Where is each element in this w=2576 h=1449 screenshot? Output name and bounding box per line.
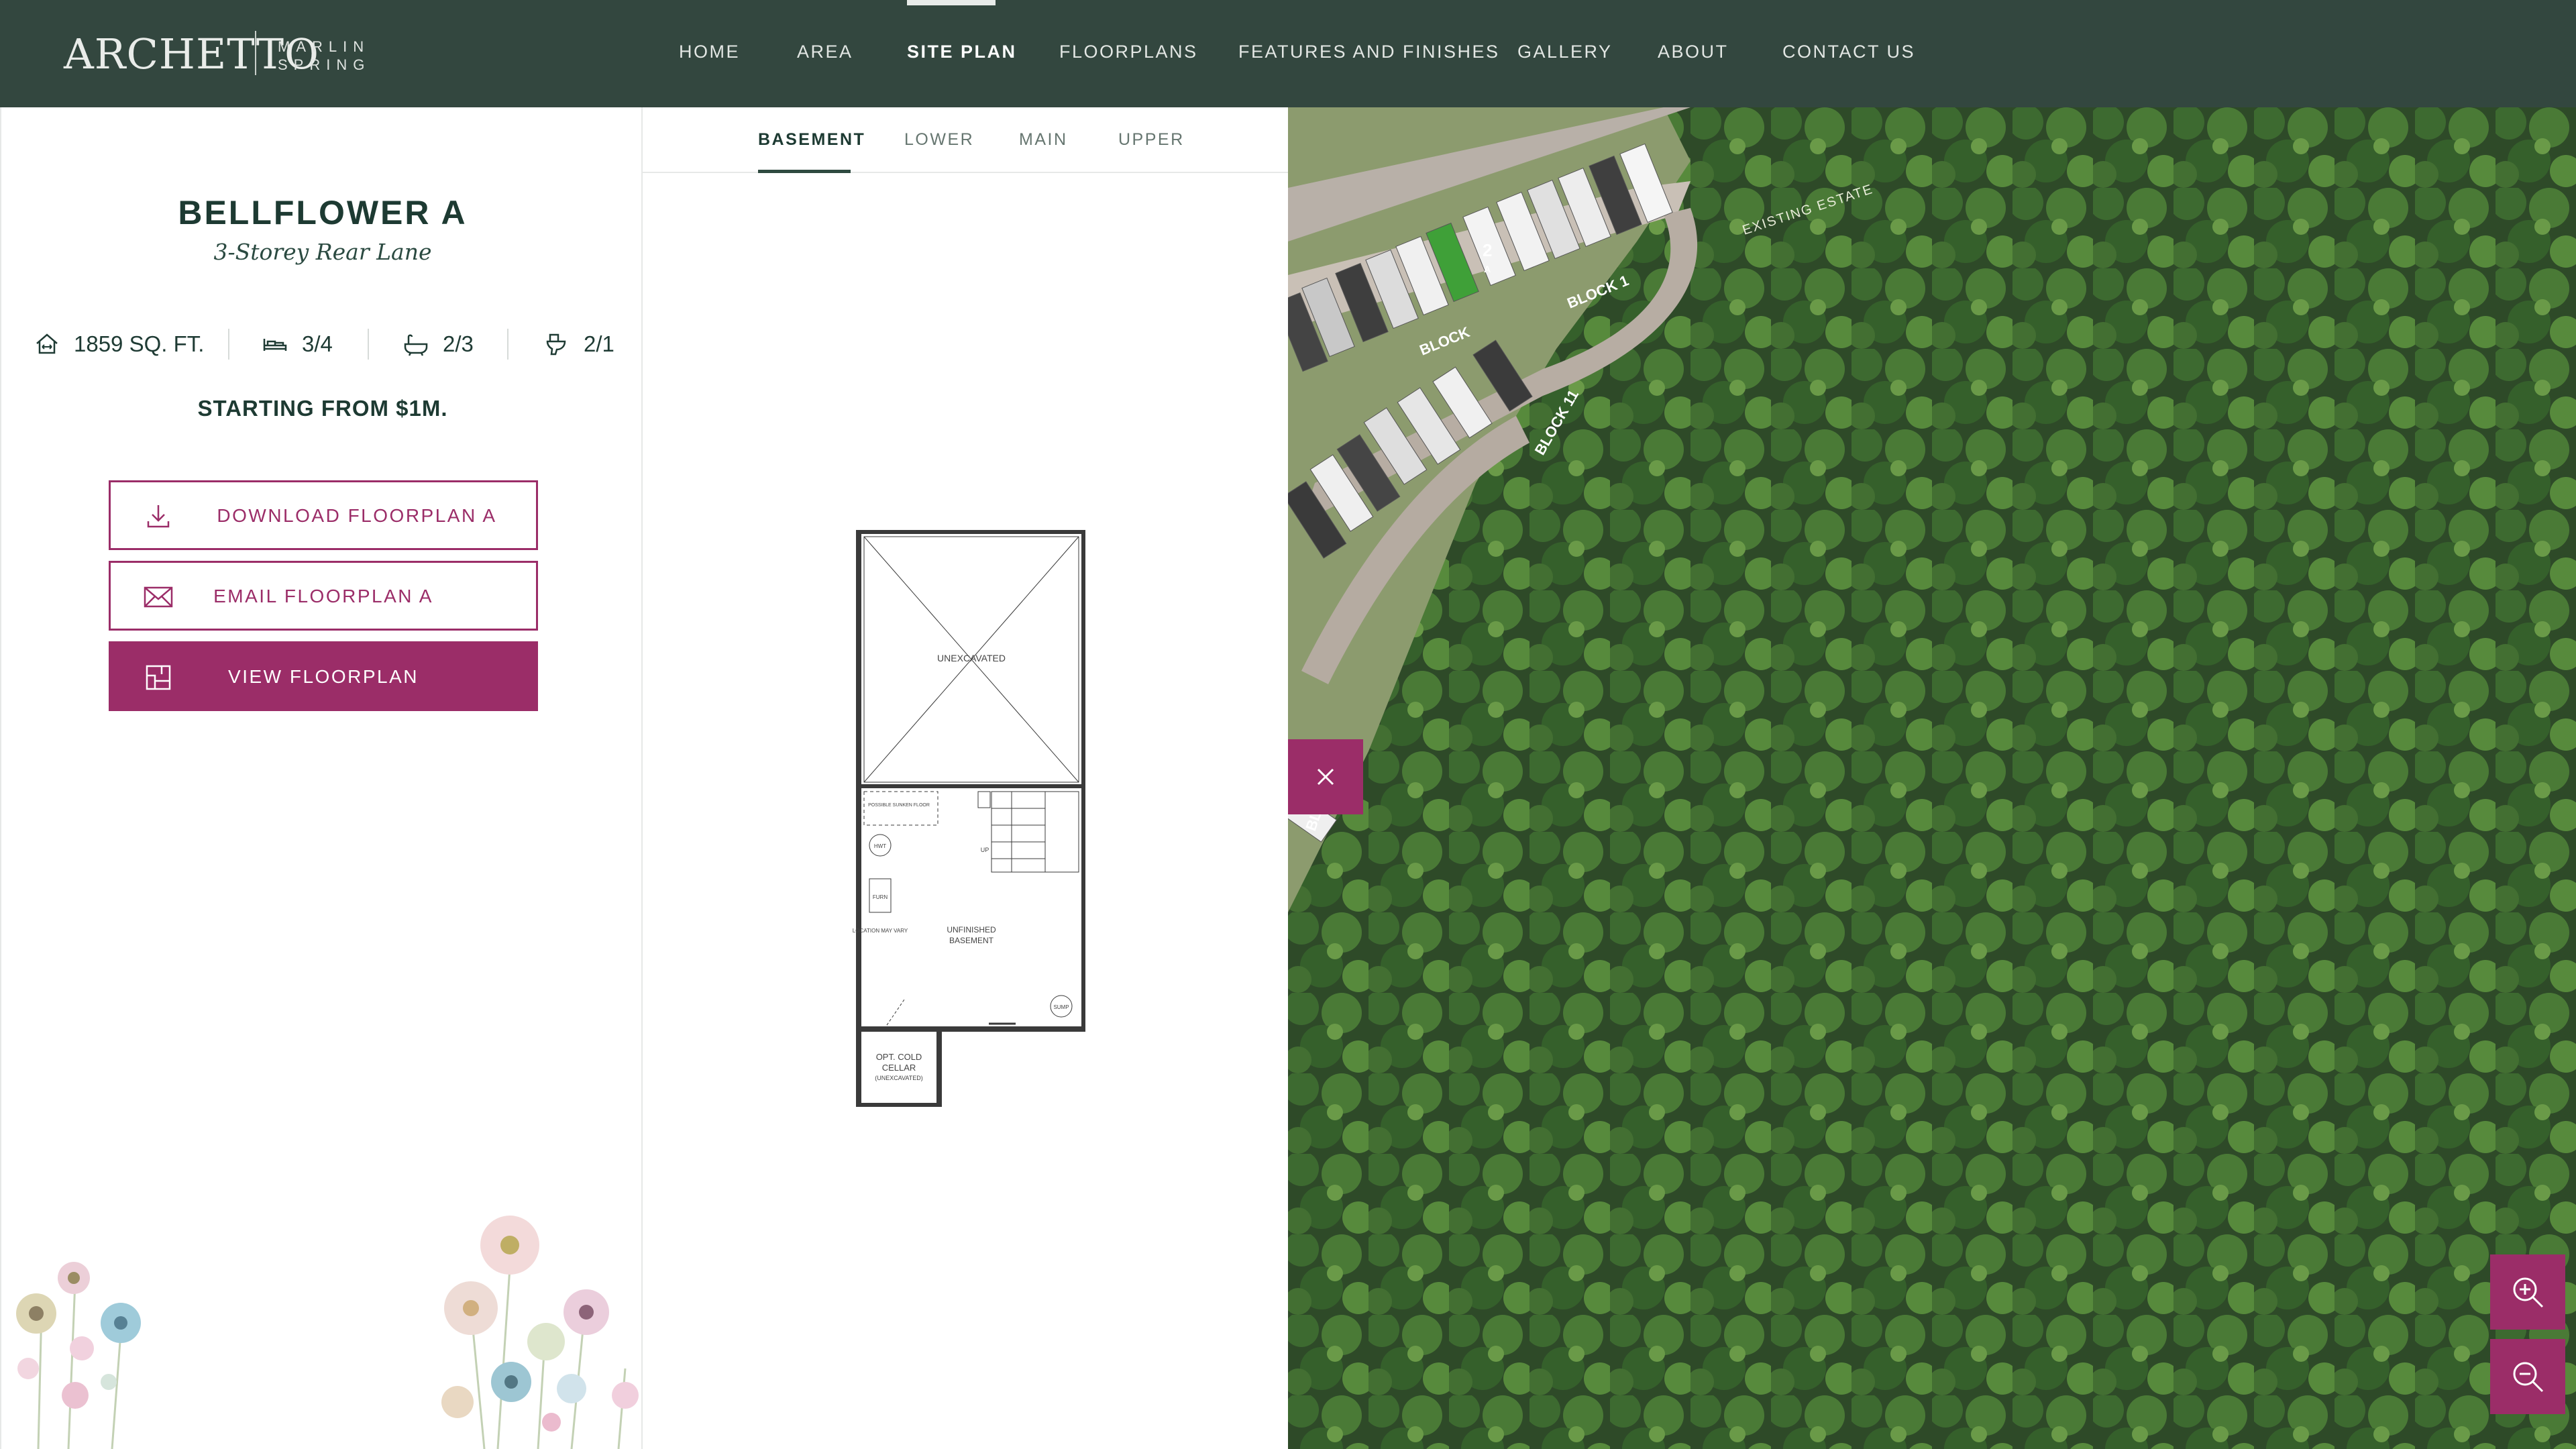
- toilet-icon: [546, 333, 566, 356]
- house-icon: [36, 333, 58, 354]
- view-floorplan-label: VIEW FLOORPLAN: [228, 666, 419, 687]
- stat-divider: [368, 329, 369, 360]
- nav-contact-us[interactable]: CONTACT US: [1782, 42, 1915, 62]
- label-location-may-vary: LOCATION MAY VARY: [853, 928, 908, 934]
- stat-bedrooms: 3/4: [262, 321, 333, 368]
- stat-baths-value: 2/3: [443, 331, 474, 356]
- watercolor-flowers-illustration: [16, 1216, 639, 1449]
- nav-site-plan[interactable]: SITE PLAN: [907, 42, 1017, 62]
- bathtub-icon: [404, 334, 428, 356]
- tab-main[interactable]: MAIN: [1019, 130, 1068, 150]
- nav-area[interactable]: AREA: [797, 42, 853, 62]
- email-floorplan-label: EMAIL FLOORPLAN A: [213, 586, 433, 606]
- zoom-out-icon: [2513, 1362, 2544, 1393]
- active-tab-underline: [758, 170, 851, 173]
- nav-home[interactable]: HOME: [679, 42, 740, 62]
- aerial-site-map[interactable]: BLOCK 1 BLOCK BLOCK 11 BLOCK 13 2 A EXIS…: [1288, 107, 2576, 1449]
- selected-lot-sub: A: [1484, 264, 1491, 274]
- nav-about[interactable]: ABOUT: [1658, 42, 1729, 62]
- top-header: ARCHETTO MARLIN SPRING HOME AREA SITE PL…: [0, 0, 2576, 107]
- label-basement: BASEMENT: [949, 936, 994, 945]
- stat-baths: 2/3: [402, 321, 474, 368]
- nav-floorplans[interactable]: FLOORPLANS: [1059, 42, 1198, 62]
- label-sump: SUMP: [1053, 1004, 1069, 1010]
- label-cold-cellar-2: CELLAR: [882, 1063, 916, 1073]
- zoom-in-icon: [2513, 1277, 2544, 1308]
- label-unfinished: UNFINISHED: [947, 925, 996, 934]
- download-floorplan-label: DOWNLOAD FLOORPLAN A: [217, 505, 497, 526]
- floor-tabs: BASEMENT LOWER MAIN UPPER: [643, 107, 1288, 173]
- label-hwt: HWT: [874, 843, 886, 849]
- main-nav: HOME AREA SITE PLAN FLOORPLANS FEATURES …: [0, 0, 2576, 107]
- stat-powder: 2/1: [543, 321, 614, 368]
- email-floorplan-button[interactable]: EMAIL FLOORPLAN A: [109, 561, 538, 631]
- model-type: 3-Storey Rear Lane: [213, 239, 432, 265]
- stat-divider: [228, 329, 229, 360]
- tab-lower[interactable]: LOWER: [904, 130, 974, 150]
- stat-sqft-value: 1859 SQ. FT.: [74, 331, 205, 356]
- download-floorplan-button[interactable]: DOWNLOAD FLOORPLAN A: [109, 480, 538, 550]
- label-cold-cellar-1: OPT. COLD: [876, 1052, 922, 1062]
- stat-powder-value: 2/1: [584, 331, 614, 356]
- tab-basement[interactable]: BASEMENT: [758, 130, 865, 150]
- stat-bedrooms-value: 3/4: [302, 331, 333, 356]
- stat-divider: [507, 329, 508, 360]
- close-icon: [1317, 768, 1334, 786]
- model-stats: 1859 SQ. FT. 3/4 2/3 2/1: [1, 321, 641, 368]
- zoom-in-button[interactable]: [2490, 1254, 2565, 1330]
- close-map-button[interactable]: [1288, 739, 1363, 814]
- starting-price: STARTING FROM $1M.: [197, 396, 448, 421]
- label-unexcavated: UNEXCAVATED: [937, 653, 1006, 663]
- nav-features-and-finishes[interactable]: FEATURES AND FINISHES: [1238, 42, 1500, 62]
- model-name: BELLFLOWER A: [178, 194, 468, 231]
- model-details-panel: BELLFLOWER A 3-Storey Rear Lane 1859 SQ.…: [0, 107, 643, 1449]
- nav-gallery[interactable]: GALLERY: [1517, 42, 1613, 62]
- tab-upper[interactable]: UPPER: [1118, 130, 1185, 150]
- label-up: UP: [981, 847, 989, 853]
- site-plan-map[interactable]: BLOCK 1 BLOCK BLOCK 11 BLOCK 13 2 A EXIS…: [1288, 107, 2576, 1449]
- bed-icon: [263, 339, 287, 351]
- basement-floorplan-drawing[interactable]: UNEXCAVATED UNFINISHED BASEMENT OPT. COL…: [844, 530, 1085, 1107]
- nav-active-indicator: [907, 0, 996, 5]
- label-furn: FURN: [873, 894, 888, 900]
- stat-sqft: 1859 SQ. FT.: [34, 321, 204, 368]
- view-floorplan-button[interactable]: VIEW FLOORPLAN: [109, 641, 538, 711]
- selected-lot-number: 2: [1483, 240, 1492, 260]
- floorplan-panel: BASEMENT LOWER MAIN UPPER UNEXCAVATED UN…: [643, 107, 1288, 1449]
- zoom-out-button[interactable]: [2490, 1339, 2565, 1414]
- label-cold-cellar-3: (UNEXCAVATED): [875, 1075, 923, 1081]
- label-possible-sunken: POSSIBLE SUNKEN FLOOR: [868, 803, 930, 808]
